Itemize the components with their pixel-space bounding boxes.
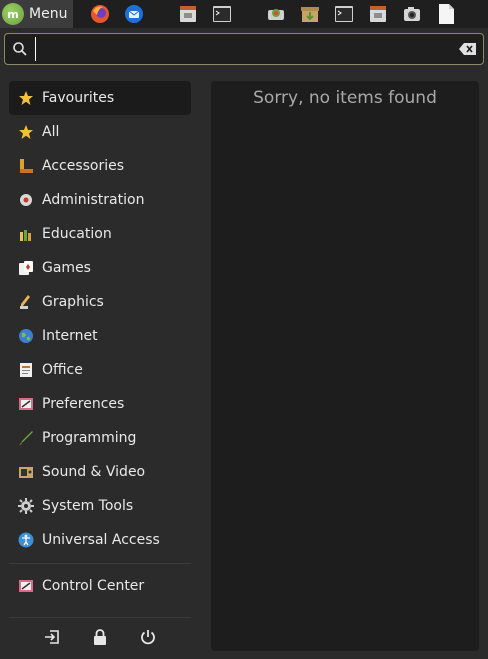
gear-icon	[18, 498, 34, 514]
category-all[interactable]: All	[9, 115, 191, 149]
accessibility-icon	[18, 532, 34, 548]
category-label: Graphics	[42, 294, 104, 310]
category-accessories[interactable]: Accessories	[9, 149, 191, 183]
thunderbird-icon[interactable]	[121, 1, 147, 27]
lock-icon[interactable]	[88, 629, 112, 645]
accessories-icon	[18, 158, 34, 174]
category-label: Sound & Video	[42, 464, 146, 480]
results-pane: Sorry, no items found	[211, 81, 479, 651]
administration-icon	[18, 192, 34, 208]
search-bar	[4, 33, 484, 65]
education-icon	[18, 226, 34, 242]
star-icon	[18, 124, 34, 140]
programming-icon	[18, 430, 34, 446]
category-programming[interactable]: Programming	[9, 421, 191, 455]
menu-label: Menu	[29, 6, 68, 22]
graphics-icon	[18, 294, 34, 310]
power-icon[interactable]	[136, 629, 160, 645]
archive-manager-icon[interactable]	[297, 1, 323, 27]
control-center-item[interactable]: Control Center	[9, 569, 191, 603]
menu-button[interactable]: m Menu	[0, 0, 74, 28]
category-label: System Tools	[42, 498, 134, 514]
terminal-icon[interactable]	[209, 1, 235, 27]
star-icon	[18, 90, 34, 106]
category-label: Administration	[42, 192, 145, 208]
logout-icon[interactable]	[40, 629, 64, 645]
category-preferences[interactable]: Preferences	[9, 387, 191, 421]
session-buttons	[40, 625, 160, 649]
clear-icon[interactable]	[453, 43, 483, 55]
multimedia-icon	[18, 464, 34, 480]
category-label: Programming	[42, 430, 137, 446]
category-internet[interactable]: Internet	[9, 319, 191, 353]
category-label: Education	[42, 226, 112, 242]
category-label: Office	[42, 362, 83, 378]
search-icon	[5, 41, 35, 57]
category-label: Accessories	[42, 158, 125, 174]
no-items-message: Sorry, no items found	[253, 88, 437, 108]
mint-logo-icon: m	[2, 3, 24, 25]
control-center-label: Control Center	[42, 578, 145, 594]
office-icon	[18, 362, 34, 378]
file-manager-icon[interactable]	[175, 1, 201, 27]
top-panel: m Menu	[0, 0, 488, 28]
category-label: Preferences	[42, 396, 125, 412]
category-label: Favourites	[42, 90, 115, 106]
search-input[interactable]	[35, 37, 453, 61]
category-favourites[interactable]: Favourites	[9, 81, 191, 115]
file-manager-icon[interactable]	[365, 1, 391, 27]
category-office[interactable]: Office	[9, 353, 191, 387]
category-label: All	[42, 124, 60, 140]
category-system-tools[interactable]: System Tools	[9, 489, 191, 523]
control-center-section: Control Center	[9, 569, 191, 603]
category-label: Universal Access	[42, 532, 160, 548]
category-label: Games	[42, 260, 91, 276]
text-document-icon[interactable]	[433, 1, 459, 27]
software-manager-icon[interactable]	[263, 1, 289, 27]
category-sound-video[interactable]: Sound & Video	[9, 455, 191, 489]
games-icon	[18, 260, 34, 276]
firefox-icon[interactable]	[87, 1, 113, 27]
category-graphics[interactable]: Graphics	[9, 285, 191, 319]
control-center-icon	[18, 578, 34, 594]
category-universal-access[interactable]: Universal Access	[9, 523, 191, 557]
category-education[interactable]: Education	[9, 217, 191, 251]
session-separator	[9, 617, 191, 618]
globe-icon	[18, 328, 34, 344]
category-separator	[9, 563, 191, 564]
category-games[interactable]: Games	[9, 251, 191, 285]
category-label: Internet	[42, 328, 98, 344]
screenshot-icon[interactable]	[399, 1, 425, 27]
preferences-icon	[18, 396, 34, 412]
terminal-icon[interactable]	[331, 1, 357, 27]
category-administration[interactable]: Administration	[9, 183, 191, 217]
category-list: Favourites All Accessories Administratio…	[9, 81, 191, 557]
